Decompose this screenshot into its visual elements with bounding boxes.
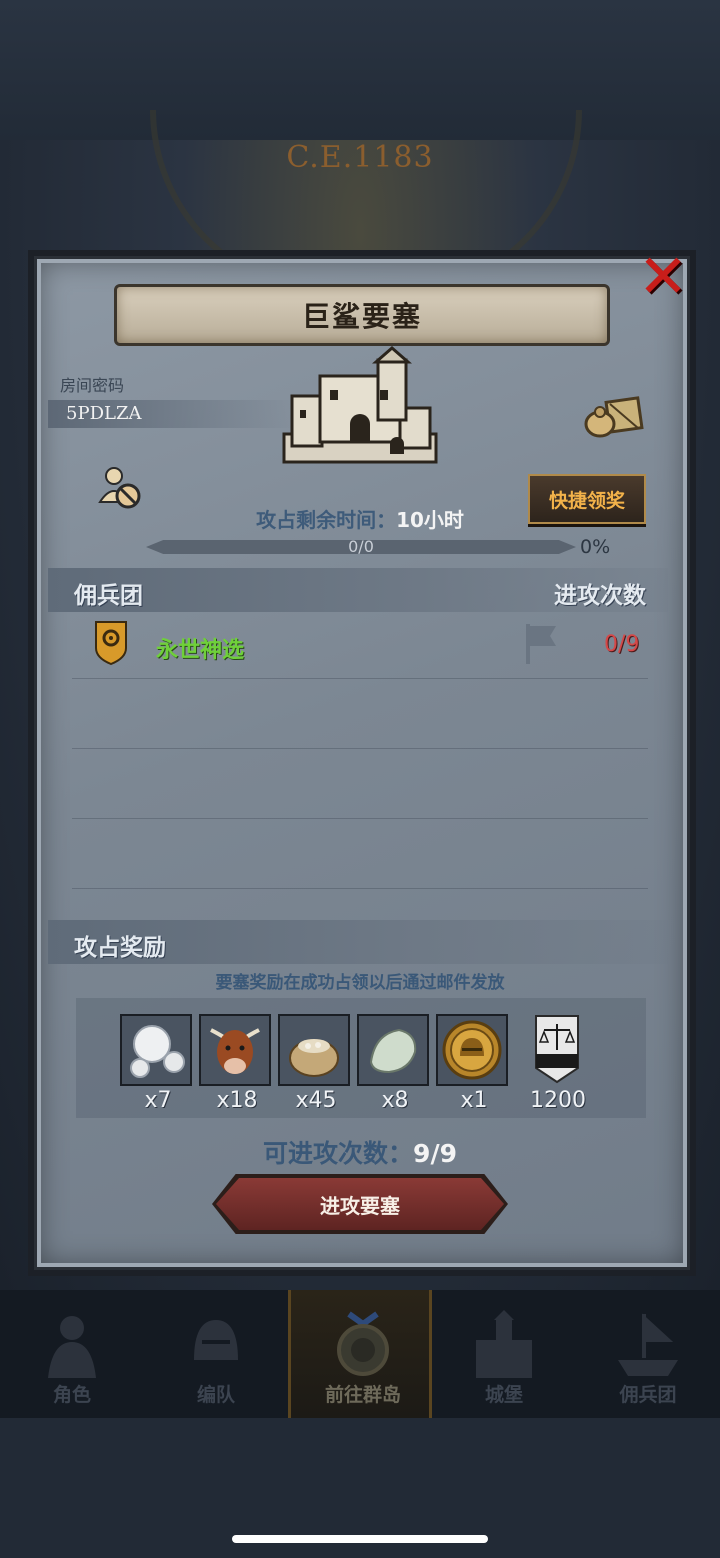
team-name[interactable]: 永世神选 — [156, 632, 244, 664]
flag-icon — [526, 624, 556, 664]
item-count: x18 — [216, 1088, 258, 1113]
close-button[interactable]: ✕ — [636, 247, 690, 307]
attempts-value: 9/9 — [413, 1139, 457, 1168]
title-banner: 巨鲨要塞 — [114, 284, 610, 346]
occupation-time: 攻占剩余时间：10小时 — [0, 504, 720, 533]
attempts-label: 可进攻次数： — [263, 1139, 414, 1168]
compass-icon — [337, 1311, 389, 1376]
bottom-navigation: 角色 编队 前往群岛 城堡 佣兵团 — [0, 1290, 720, 1418]
nav-label: 角色 — [52, 1384, 91, 1406]
team-attack-count: 0/9 — [604, 632, 640, 657]
row-divider — [72, 818, 648, 819]
item-count: 1200 — [530, 1088, 586, 1113]
nav-label: 城堡 — [484, 1384, 523, 1406]
room-password-label: 房间密码 — [60, 376, 125, 395]
castle-nav-icon — [476, 1310, 532, 1378]
sack-icon[interactable] — [278, 1014, 350, 1086]
row-divider — [72, 748, 648, 749]
nav-label: 佣兵团 — [619, 1384, 677, 1406]
supply-crate-icon[interactable] — [582, 392, 644, 440]
castle-icon — [282, 346, 438, 464]
row-divider — [72, 678, 648, 679]
nav-character[interactable]: 角色 — [0, 1290, 144, 1418]
progress-value: 0/0 — [348, 537, 374, 556]
time-label: 攻占剩余时间： — [256, 508, 397, 532]
nav-castle[interactable]: 城堡 — [432, 1290, 576, 1418]
knight-icon — [48, 1316, 96, 1378]
nav-formation[interactable]: 编队 — [144, 1290, 288, 1418]
item-count: x1 — [460, 1088, 488, 1113]
team-emblem-icon — [95, 621, 127, 666]
stone-icon[interactable] — [357, 1014, 429, 1086]
helmet-icon — [194, 1320, 238, 1360]
dialog-title: 巨鲨要塞 — [301, 300, 422, 333]
helmet-coin-icon[interactable] — [436, 1014, 508, 1086]
attack-fortress-button[interactable]: 进攻要塞 — [216, 1178, 504, 1230]
item-count: x7 — [144, 1088, 172, 1113]
era-label: C.E.1183 — [286, 140, 434, 175]
nav-islands[interactable]: 前往群岛 — [288, 1290, 432, 1418]
home-indicator[interactable] — [232, 1535, 488, 1543]
room-code[interactable]: 5PDLZA — [66, 403, 141, 424]
attack-count-header: 进攻次数 — [554, 583, 646, 609]
row-divider — [72, 888, 648, 889]
ship-icon — [618, 1313, 678, 1376]
progress-percent: 0% — [580, 536, 611, 558]
remaining-attempts: 可进攻次数：9/9 — [0, 1134, 720, 1170]
justice-banner-icon[interactable] — [532, 1014, 582, 1086]
reward-header: 攻占奖励 — [74, 935, 166, 961]
nav-mercenary[interactable]: 佣兵团 — [576, 1290, 720, 1418]
mercenary-header: 佣兵团 — [74, 583, 143, 609]
cow-icon[interactable] — [199, 1014, 271, 1086]
reward-note: 要塞奖励在成功占领以后通过邮件发放 — [215, 973, 505, 993]
time-value: 10小时 — [396, 508, 464, 532]
pearl-icon[interactable] — [120, 1014, 192, 1086]
item-count: x8 — [381, 1088, 409, 1113]
nav-label: 编队 — [196, 1384, 235, 1406]
nav-label: 前往群岛 — [324, 1384, 401, 1406]
item-count: x45 — [295, 1088, 337, 1113]
